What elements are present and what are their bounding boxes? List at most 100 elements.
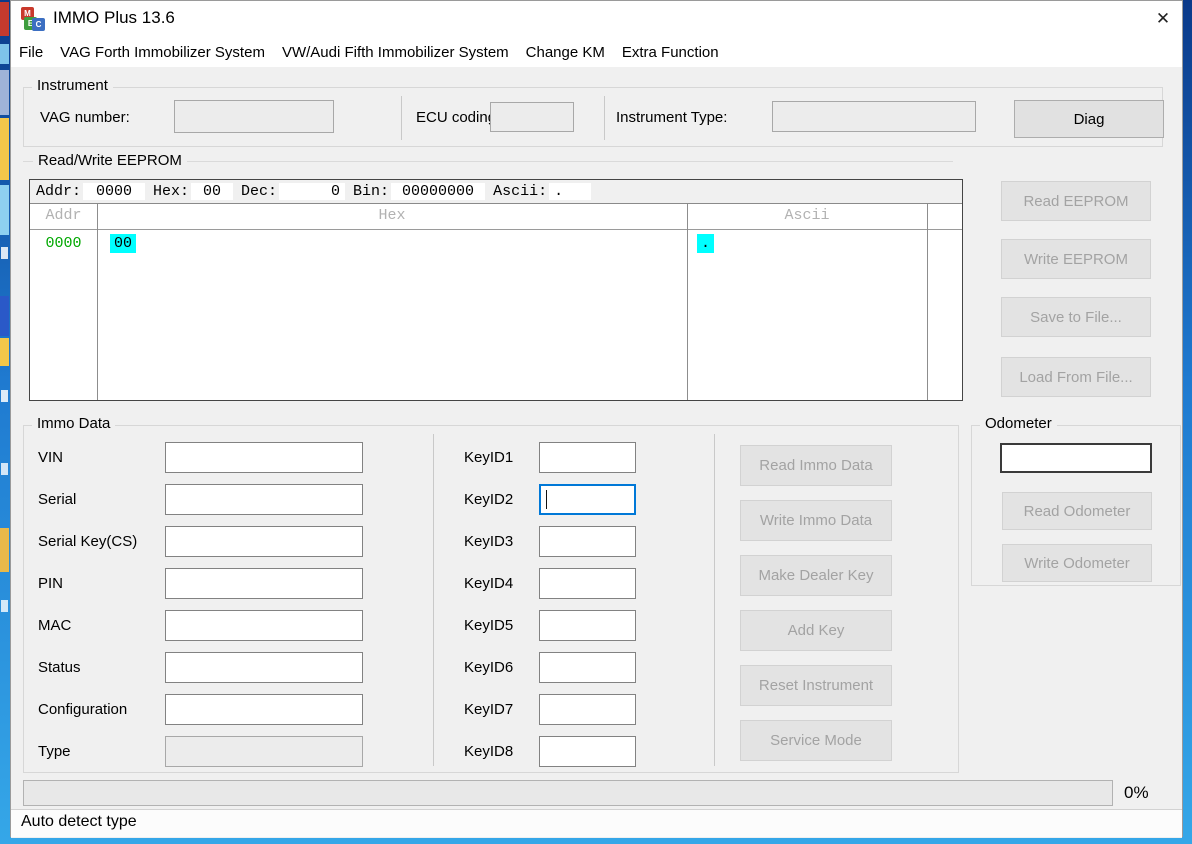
instrument-type-label: Instrument Type: xyxy=(616,109,728,126)
odometer-group: Odometer Read Odometer Write Odometer xyxy=(971,415,1181,586)
read-eeprom-button[interactable]: Read EEPROM xyxy=(1001,181,1151,221)
instrument-type-field[interactable] xyxy=(772,101,976,132)
inspector-dec-label: Dec: xyxy=(241,183,278,200)
keyid5-field[interactable] xyxy=(539,610,636,641)
desktop-icon-fragment xyxy=(0,338,9,366)
menu-change-km[interactable]: Change KM xyxy=(526,44,605,61)
inspector-ascii-label: Ascii: xyxy=(493,183,548,200)
immo-data-group: Immo Data VIN Serial Serial Key(CS) PIN … xyxy=(23,415,959,773)
menu-file[interactable]: File xyxy=(19,44,43,61)
row-address: 0000 xyxy=(45,235,82,252)
load-from-file-button[interactable]: Load From File... xyxy=(1001,357,1151,397)
type-field[interactable] xyxy=(165,736,363,767)
keyid3-field[interactable] xyxy=(539,526,636,557)
write-eeprom-button[interactable]: Write EEPROM xyxy=(1001,239,1151,279)
hex-editor[interactable]: Addr: 0000 Hex: 00 Dec: 0 Bin: 00000000 … xyxy=(29,179,963,401)
desktop-icon-fragment xyxy=(0,2,9,36)
menu-vag-forth-immobilizer-system[interactable]: VAG Forth Immobilizer System xyxy=(60,44,265,61)
keyid8-label: KeyID8 xyxy=(464,743,514,760)
keyid5-label: KeyID5 xyxy=(464,617,514,634)
write-immo-data-button[interactable]: Write Immo Data xyxy=(740,500,892,541)
mac-label: MAC xyxy=(38,617,72,634)
ecu-coding-label: ECU coding: xyxy=(416,109,501,126)
inspector-hex-label: Hex: xyxy=(153,183,190,200)
serial-key-cs-field[interactable] xyxy=(165,526,363,557)
serial-label: Serial xyxy=(38,491,77,508)
eeprom-group-label: Read/Write EEPROM xyxy=(33,152,187,169)
immo-data-group-label: Immo Data xyxy=(32,415,116,432)
keyid1-label: KeyID1 xyxy=(464,449,514,466)
inspector-dec-value: 0 xyxy=(279,183,346,200)
menu-extra-function[interactable]: Extra Function xyxy=(622,44,719,61)
serial-key-cs-label: Serial Key(CS) xyxy=(38,533,138,550)
keyid6-label: KeyID6 xyxy=(464,659,514,676)
make-dealer-key-button[interactable]: Make Dealer Key xyxy=(740,555,892,596)
serial-field[interactable] xyxy=(165,484,363,515)
inspector-ascii-value: . xyxy=(549,183,592,200)
inspector-hex-value: 00 xyxy=(191,183,234,200)
keyid7-label: KeyID7 xyxy=(464,701,514,718)
close-icon[interactable]: ✕ xyxy=(1146,5,1180,33)
keyid1-field[interactable] xyxy=(539,442,636,473)
keyid8-field[interactable] xyxy=(539,736,636,767)
desktop-icon-fragment xyxy=(0,296,9,336)
keyid2-label: KeyID2 xyxy=(464,491,514,508)
selected-ascii-char[interactable]: . xyxy=(697,234,715,253)
desktop-icon-fragment xyxy=(1,463,8,475)
vag-number-label: VAG number: xyxy=(40,109,130,126)
keyid6-field[interactable] xyxy=(539,652,636,683)
desktop-icon-fragment xyxy=(0,118,9,180)
addr-column-header: Addr xyxy=(45,207,82,224)
keyid4-field[interactable] xyxy=(539,568,636,599)
reset-instrument-button[interactable]: Reset Instrument xyxy=(740,665,892,706)
configuration-label: Configuration xyxy=(38,701,128,718)
app-icon: M E C xyxy=(21,7,45,31)
diag-button[interactable]: Diag xyxy=(1014,100,1164,138)
vin-label: VIN xyxy=(38,449,64,466)
hex-column-headers: Addr Hex Ascii xyxy=(30,204,962,230)
desktop-icon-fragment xyxy=(1,600,8,612)
ecu-coding-field[interactable] xyxy=(490,102,574,132)
odometer-group-label: Odometer xyxy=(980,415,1057,432)
vag-number-field[interactable] xyxy=(174,100,334,133)
ascii-column-header: Ascii xyxy=(784,207,830,224)
save-to-file-button[interactable]: Save to File... xyxy=(1001,297,1151,337)
odometer-field[interactable] xyxy=(1000,443,1152,473)
type-label: Type xyxy=(38,743,71,760)
app-icon-cube-blue: C xyxy=(32,18,45,31)
hex-inspector-bar: Addr: 0000 Hex: 00 Dec: 0 Bin: 00000000 … xyxy=(30,180,962,204)
read-odometer-button[interactable]: Read Odometer xyxy=(1002,492,1152,530)
inspector-bin-value: 00000000 xyxy=(391,183,486,200)
column-divider xyxy=(687,204,688,400)
divider xyxy=(433,434,434,766)
selected-hex-byte[interactable]: 00 xyxy=(110,234,137,253)
menu-bar: File VAG Forth Immobilizer System VW/Aud… xyxy=(11,37,1182,67)
desktop-icon-fragment xyxy=(1,390,8,402)
desktop-icon-fragment xyxy=(1,247,8,259)
configuration-field[interactable] xyxy=(165,694,363,725)
instrument-group: Instrument VAG number: ECU coding: Instr… xyxy=(23,77,1164,147)
inspector-addr-value: 0000 xyxy=(83,183,146,200)
add-key-button[interactable]: Add Key xyxy=(740,610,892,651)
window-title: IMMO Plus 13.6 xyxy=(53,8,175,27)
status-field[interactable] xyxy=(165,652,363,683)
keyid2-field[interactable] xyxy=(539,484,636,515)
read-immo-data-button[interactable]: Read Immo Data xyxy=(740,445,892,486)
write-odometer-button[interactable]: Write Odometer xyxy=(1002,544,1152,582)
status-text: Auto detect type xyxy=(21,813,137,830)
vin-field[interactable] xyxy=(165,442,363,473)
app-window: M E C IMMO Plus 13.6 ✕ File VAG Forth Im… xyxy=(10,0,1183,838)
text-cursor xyxy=(546,490,547,509)
pin-label: PIN xyxy=(38,575,64,592)
title-bar: M E C IMMO Plus 13.6 ✕ xyxy=(11,1,1182,37)
keyid3-label: KeyID3 xyxy=(464,533,514,550)
desktop-icon-fragment xyxy=(0,528,9,572)
keyid7-field[interactable] xyxy=(539,694,636,725)
pin-field[interactable] xyxy=(165,568,363,599)
service-mode-button[interactable]: Service Mode xyxy=(740,720,892,761)
hex-column-header: Hex xyxy=(378,207,406,224)
mac-field[interactable] xyxy=(165,610,363,641)
instrument-group-label: Instrument xyxy=(32,77,113,94)
eeprom-group: Read/Write EEPROM xyxy=(23,152,953,174)
menu-vw-audi-fifth-immobilizer-system[interactable]: VW/Audi Fifth Immobilizer System xyxy=(282,44,509,61)
